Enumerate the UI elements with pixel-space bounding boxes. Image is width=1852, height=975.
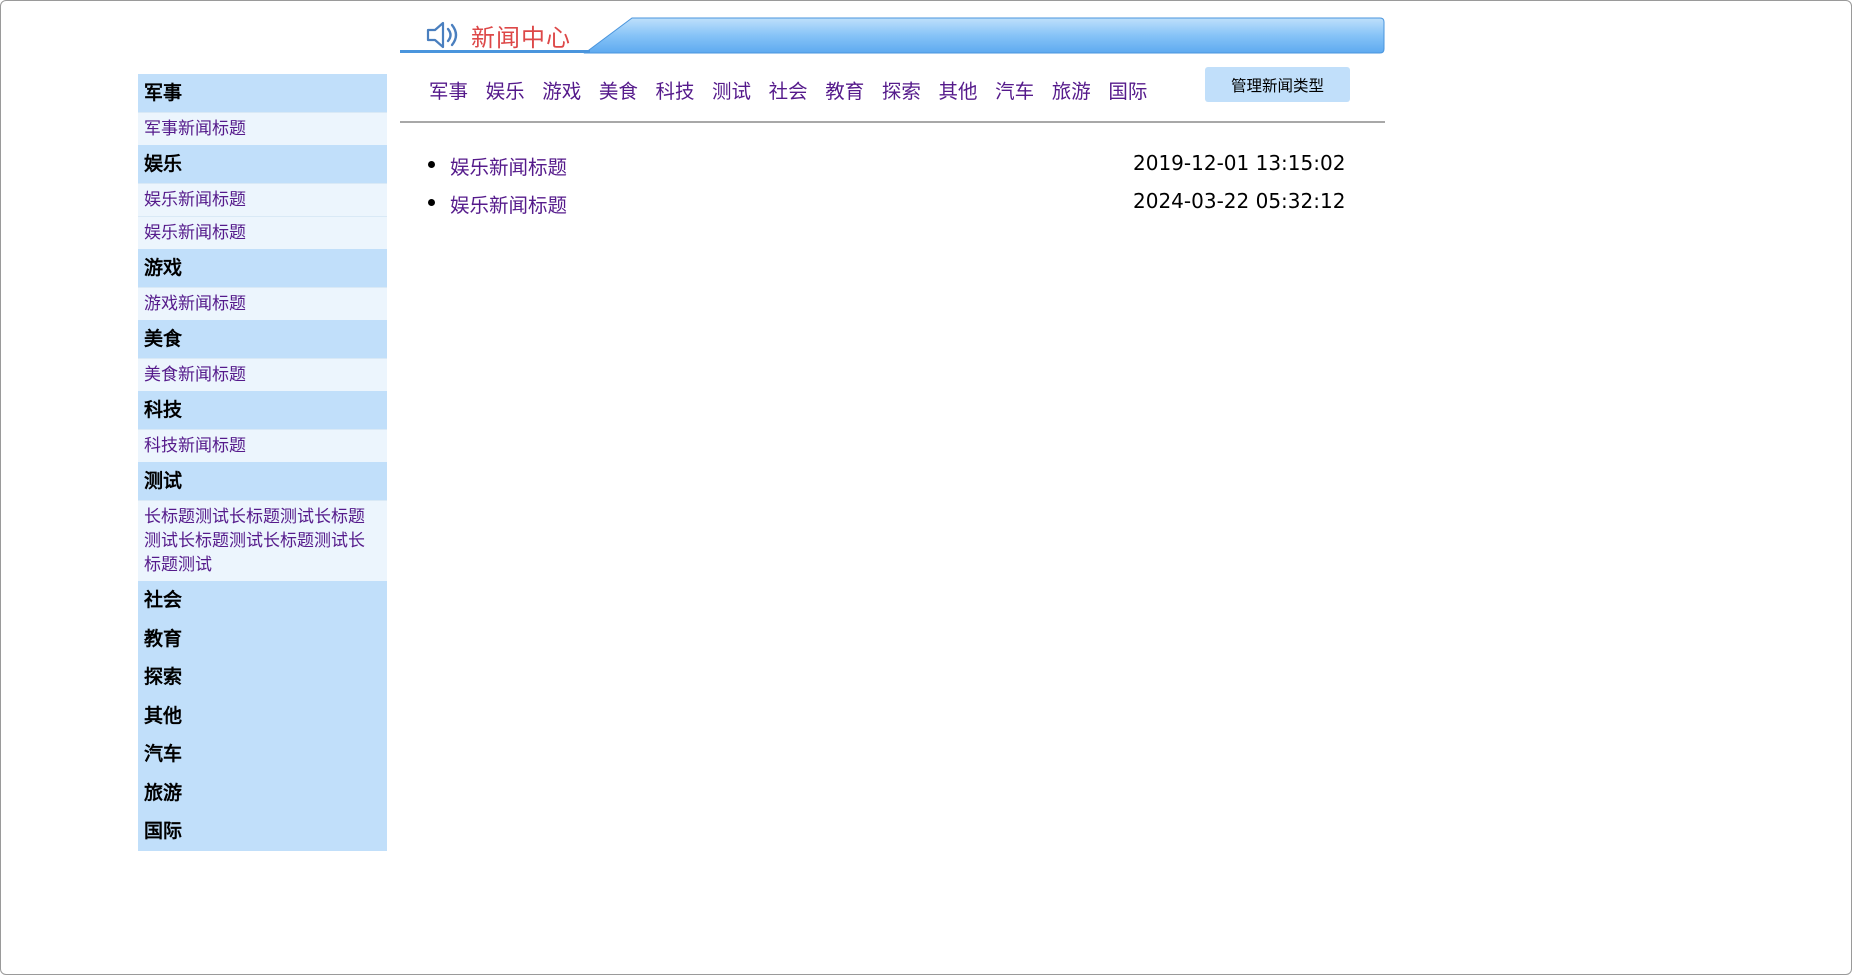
- nav-link-category[interactable]: 汽车: [995, 75, 1034, 104]
- sidebar-news-item: 娱乐新闻标题: [138, 183, 387, 216]
- bullet-icon: [428, 199, 435, 206]
- sidebar-category-heading: 国际: [144, 820, 183, 842]
- nav-link-category[interactable]: 其他: [938, 75, 977, 104]
- sidebar-news-item: 军事新闻标题: [138, 112, 387, 145]
- sidebar-category-heading: 旅游: [144, 781, 183, 804]
- sidebar-category-heading: 探索: [144, 666, 183, 688]
- sidebar-category-heading: 娱乐: [144, 153, 183, 175]
- site-title: 新闻中心: [471, 24, 571, 52]
- sidebar-news-link[interactable]: 长标题测试长标题测试长标题测试长标题测试长标题测试长标题测试: [144, 507, 365, 575]
- nav-link-category[interactable]: 美食: [599, 75, 638, 104]
- nav-link-category[interactable]: 科技: [655, 75, 694, 104]
- sidebar-news-item: 长标题测试长标题测试长标题测试长标题测试长标题测试长标题测试: [138, 500, 387, 581]
- nav-link-category[interactable]: 探索: [882, 75, 921, 104]
- sidebar-category-heading: 教育: [144, 627, 183, 650]
- nav-link-category[interactable]: 娱乐: [486, 75, 525, 104]
- sidebar-news-link[interactable]: 科技新闻标题: [144, 436, 246, 456]
- sidebar-news-item: 科技新闻标题: [138, 429, 387, 462]
- list-item: 娱乐新闻标题 2019-12-01 13:15:02: [400, 149, 1385, 187]
- nav-link-category[interactable]: 旅游: [1052, 75, 1091, 104]
- manage-news-types-button[interactable]: 管理新闻类型: [1205, 67, 1350, 102]
- sidebar-category-heading: 社会: [144, 589, 183, 611]
- category-nav: 军事 娱乐 游戏 美食 科技 测试 社会 教育 探索 其他 汽车 旅游 国际 管理新闻类型: [400, 63, 1385, 123]
- sidebar-news-link[interactable]: 娱乐新闻标题: [144, 190, 246, 210]
- sidebar-category-heading: 科技: [144, 399, 183, 421]
- news-title-link[interactable]: 娱乐新闻标题: [450, 189, 567, 218]
- nav-link-category[interactable]: 教育: [825, 75, 864, 104]
- sidebar-news-item: 美食新闻标题: [138, 358, 387, 391]
- sidebar-news-link[interactable]: 美食新闻标题: [144, 365, 246, 385]
- sidebar-category-heading: 游戏: [144, 257, 183, 279]
- nav-link-category[interactable]: 测试: [712, 75, 751, 104]
- sidebar-category-heading: 美食: [144, 328, 183, 350]
- news-list: 娱乐新闻标题 2019-12-01 13:15:02 娱乐新闻标题 2024-03-2…: [400, 149, 1385, 225]
- sidebar-news-link[interactable]: 游戏新闻标题: [144, 294, 246, 314]
- news-timestamp: 2024-03-22 05:32:12: [1133, 189, 1346, 213]
- sidebar-news-item: 游戏新闻标题: [138, 287, 387, 320]
- nav-link-category[interactable]: 国际: [1108, 75, 1147, 104]
- nav-link-category[interactable]: 游戏: [542, 75, 581, 104]
- header-banner: 新闻中心: [400, 16, 1385, 54]
- news-timestamp: 2019-12-01 13:15:02: [1133, 151, 1346, 175]
- category-links: 军事 娱乐 游戏 美食 科技 测试 社会 教育 探索 其他 汽车 旅游 国际: [429, 75, 1165, 104]
- bullet-icon: [428, 161, 435, 168]
- list-item: 娱乐新闻标题 2024-03-22 05:32:12: [400, 187, 1385, 225]
- sidebar-news-item: 娱乐新闻标题: [138, 216, 387, 249]
- nav-link-category[interactable]: 社会: [769, 75, 808, 104]
- news-title-link[interactable]: 娱乐新闻标题: [450, 151, 567, 180]
- sidebar-news-link[interactable]: 娱乐新闻标题: [144, 223, 246, 243]
- sidebar: 军事军事新闻标题 娱乐娱乐新闻标题 娱乐新闻标题 游戏游戏新闻标题 美食美食新闻标题 科技…: [138, 74, 387, 851]
- sidebar-category-heading: 其他: [144, 704, 183, 727]
- sidebar-category-heading: 测试: [144, 470, 183, 492]
- speaker-icon: [426, 20, 466, 50]
- sidebar-news-link[interactable]: 军事新闻标题: [144, 119, 246, 139]
- sidebar-category-heading: 汽车: [144, 743, 183, 765]
- nav-link-category[interactable]: 军事: [429, 75, 468, 104]
- sidebar-category-heading: 军事: [144, 82, 183, 104]
